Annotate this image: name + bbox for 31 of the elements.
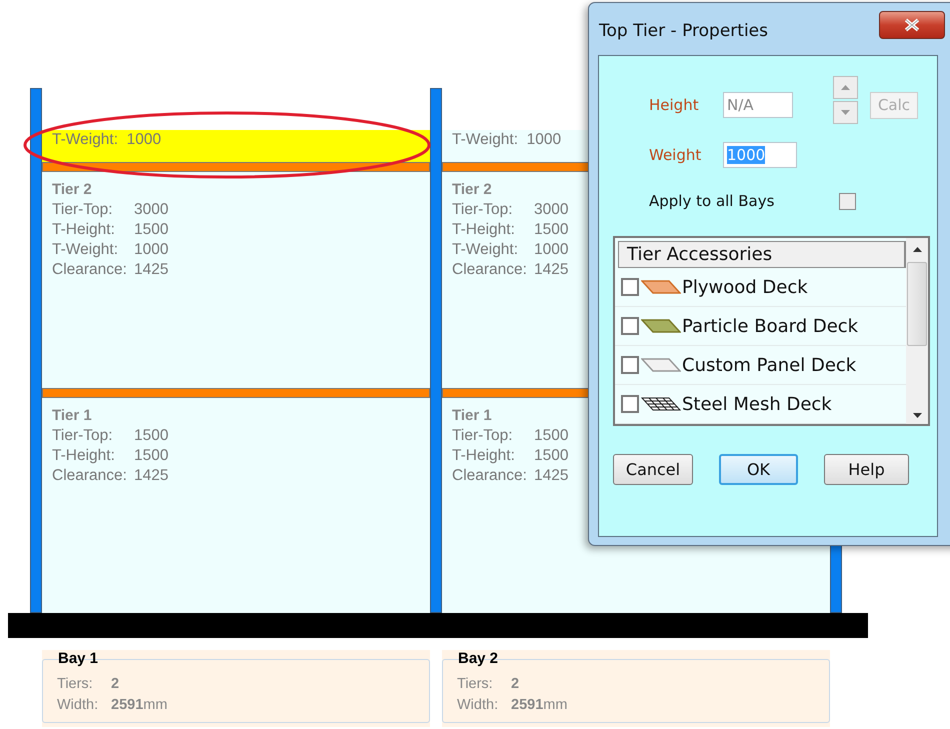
bay-width-text: Width: 2591mm: [57, 696, 168, 715]
tier-weight-text: T-Weight: 1000: [52, 130, 162, 150]
dialog-title: Top Tier - Properties: [599, 21, 768, 41]
tier-info-text: T-Height: 1500: [452, 220, 568, 240]
tier-info-text: Tier-Top: 1500: [52, 426, 168, 446]
list-header: Tier Accessories: [618, 241, 906, 268]
tier-info-text: T-Weight: 1000: [452, 240, 568, 260]
tier-info-text: Clearance: 1425: [52, 260, 168, 280]
tier-weight-text: T-Weight: 1000: [452, 130, 562, 150]
tier-title: Tier 2: [52, 180, 93, 200]
tier-info-text: Tier-Top: 1500: [452, 426, 568, 446]
tier-info-text: T-Weight: 1000: [52, 240, 168, 260]
tiers-count-text: Tiers: 2: [57, 675, 120, 694]
tier-info-text: Clearance: 1425: [452, 260, 568, 280]
height-label: Height: [649, 96, 700, 114]
tier-info-text: T-Height: 1500: [52, 220, 168, 240]
bay-title: Bay 2: [457, 650, 500, 667]
bay-title: Bay 1: [57, 650, 100, 667]
tier-title: Tier 1: [52, 406, 93, 426]
tier-info-text: Tier-Top: 3000: [452, 200, 568, 220]
tier-info-text: Clearance: 1425: [52, 466, 168, 486]
bay-width-text: Width: 2591mm: [457, 696, 568, 715]
tier-info-text: T-Height: 1500: [452, 446, 568, 466]
tier-info-text: T-Height: 1500: [52, 446, 168, 466]
tier-info-text: Tier-Top: 3000: [52, 200, 168, 220]
tier-title: Tier 1: [452, 406, 493, 426]
tiers-count-text: Tiers: 2: [457, 675, 520, 694]
tier-info-text: Clearance: 1425: [452, 466, 568, 486]
tier-title: Tier 2: [452, 180, 493, 200]
weight-label: Weight: [649, 146, 702, 164]
apply-all-label: Apply to all Bays: [649, 192, 776, 210]
